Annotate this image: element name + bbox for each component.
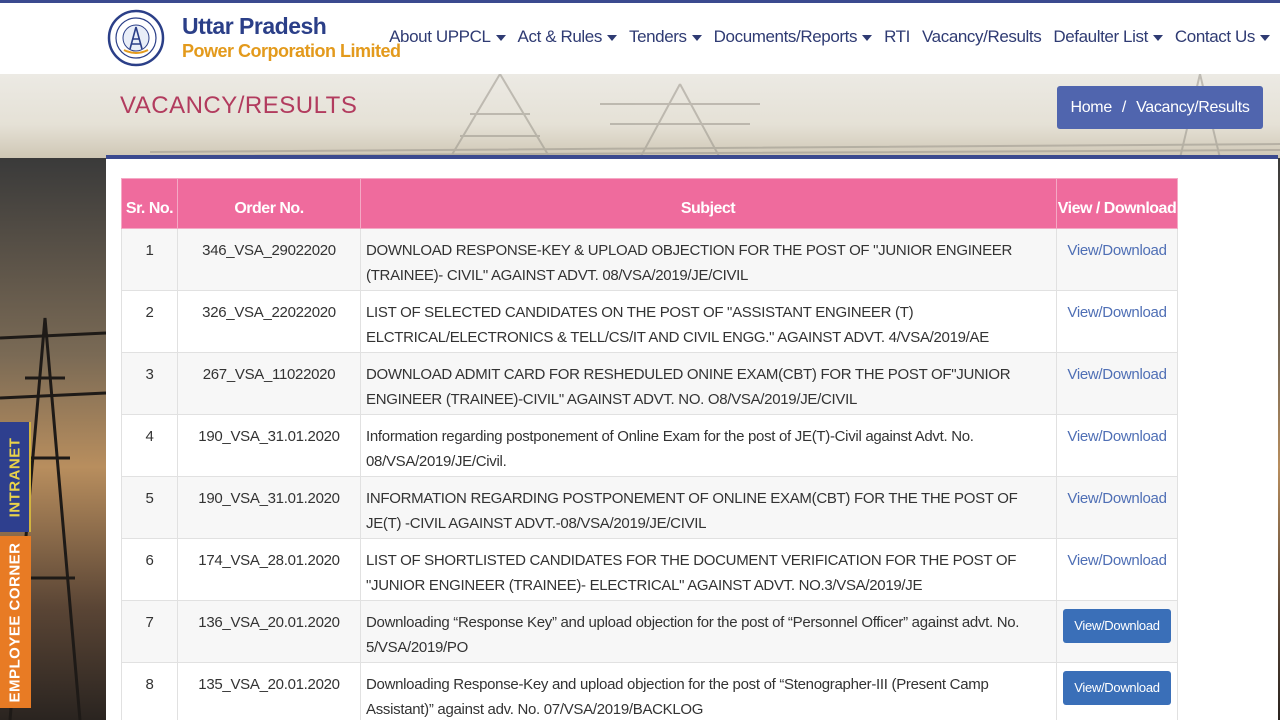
- view-download-link[interactable]: View/Download: [1067, 428, 1167, 445]
- uppcl-seal-logo[interactable]: [107, 7, 165, 69]
- cell-order: 136_VSA_20.01.2020: [177, 600, 361, 663]
- intranet-tab[interactable]: INTRANET: [0, 422, 31, 532]
- cell-view: View/Download: [1056, 662, 1178, 720]
- breadcrumb-current: Vacancy/Results: [1136, 98, 1250, 116]
- nav-rti[interactable]: RTI: [884, 27, 910, 47]
- view-download-button[interactable]: View/Download: [1063, 671, 1171, 705]
- table-row: 1 346_VSA_29022020 DOWNLOAD RESPONSE-KEY…: [121, 228, 1178, 291]
- cell-view: View/Download: [1056, 414, 1178, 477]
- cell-sr: 6: [121, 538, 178, 601]
- table-row: 5 190_VSA_31.01.2020 INFORMATION REGARDI…: [121, 476, 1178, 539]
- table-row: 4 190_VSA_31.01.2020 Information regardi…: [121, 414, 1178, 477]
- cell-sr: 8: [121, 662, 178, 720]
- cell-order: 190_VSA_31.01.2020: [177, 476, 361, 539]
- nav-label: RTI: [884, 27, 910, 46]
- cell-order: 190_VSA_31.01.2020: [177, 414, 361, 477]
- nav-defaulter-list[interactable]: Defaulter List: [1053, 27, 1163, 47]
- breadcrumb: Home / Vacancy/Results: [1057, 86, 1263, 129]
- table-header-row: Sr. No. Order No. Subject View / Downloa…: [121, 178, 1178, 229]
- nav-documents-reports[interactable]: Documents/Reports: [713, 27, 873, 47]
- cell-subject: LIST OF SHORTLISTED CANDIDATES FOR THE D…: [360, 538, 1057, 601]
- breadcrumb-separator: /: [1121, 98, 1127, 116]
- nav-label: Vacancy/Results: [921, 27, 1042, 46]
- cell-sr: 3: [121, 352, 178, 415]
- nav-label: Contact Us: [1174, 27, 1255, 46]
- page-banner: VACANCY/RESULTS Home / Vacancy/Results: [0, 74, 1280, 158]
- cell-subject: DOWNLOAD ADMIT CARD FOR RESHEDULED ONINE…: [360, 352, 1057, 415]
- cell-view: View/Download: [1056, 228, 1178, 291]
- employee-corner-label: EMPLOYEE CORNER: [7, 541, 24, 703]
- chevron-down-icon: [606, 35, 617, 41]
- nav-vacancy-results[interactable]: Vacancy/Results: [921, 27, 1042, 47]
- cell-sr: 4: [121, 414, 178, 477]
- cell-view: View/Download: [1056, 476, 1178, 539]
- cell-sr: 2: [121, 290, 178, 353]
- chevron-down-icon: [862, 35, 873, 41]
- chevron-down-icon: [495, 35, 506, 41]
- brand-line-2: Power Corporation Limited: [182, 41, 401, 61]
- nav-label: Documents/Reports: [713, 27, 858, 46]
- cell-subject: INFORMATION REGARDING POSTPONEMENT OF ON…: [360, 476, 1057, 539]
- site-header: Uttar Pradesh Power Corporation Limited …: [0, 0, 1280, 74]
- table-row: 6 174_VSA_28.01.2020 LIST OF SHORTLISTED…: [121, 538, 1178, 601]
- table-row: 3 267_VSA_11022020 DOWNLOAD ADMIT CARD F…: [121, 352, 1178, 415]
- col-header-order: Order No.: [177, 178, 361, 229]
- cell-view: View/Download: [1056, 290, 1178, 353]
- brand-name[interactable]: Uttar Pradesh Power Corporation Limited: [182, 13, 401, 63]
- nav-label: Act & Rules: [517, 27, 603, 46]
- breadcrumb-home[interactable]: Home: [1070, 99, 1112, 117]
- col-header-sr: Sr. No.: [121, 178, 178, 229]
- main-nav: About UPPCL Act & Rules Tenders Document…: [389, 27, 1270, 47]
- view-download-link[interactable]: View/Download: [1067, 304, 1167, 321]
- chevron-down-icon: [691, 35, 702, 41]
- col-header-subject: Subject: [360, 178, 1057, 229]
- cell-order: 346_VSA_29022020: [177, 228, 361, 291]
- nav-act-rules[interactable]: Act & Rules: [518, 27, 617, 47]
- page-title: VACANCY/RESULTS: [120, 92, 358, 119]
- view-download-link[interactable]: View/Download: [1067, 490, 1167, 507]
- nav-about-uppcl[interactable]: About UPPCL: [389, 27, 506, 47]
- intranet-label: INTRANET: [6, 437, 24, 517]
- nav-label: About UPPCL: [389, 27, 491, 46]
- nav-contact-us[interactable]: Contact Us: [1175, 27, 1270, 47]
- cell-sr: 7: [121, 600, 178, 663]
- table-body: 1 346_VSA_29022020 DOWNLOAD RESPONSE-KEY…: [121, 228, 1178, 720]
- cell-order: 174_VSA_28.01.2020: [177, 538, 361, 601]
- cell-sr: 5: [121, 476, 178, 539]
- cell-view: View/Download: [1056, 538, 1178, 601]
- cell-order: 135_VSA_20.01.2020: [177, 662, 361, 720]
- vacancy-results-table: Sr. No. Order No. Subject View / Downloa…: [121, 178, 1178, 720]
- cell-view: View/Download: [1056, 600, 1178, 663]
- nav-label: Defaulter List: [1053, 27, 1148, 46]
- cell-subject: Downloading “Response Key” and upload ob…: [360, 600, 1057, 663]
- cell-sr: 1: [121, 228, 178, 291]
- cell-subject: Information regarding postponement of On…: [360, 414, 1057, 477]
- brand-line-1: Uttar Pradesh: [182, 13, 327, 39]
- cell-view: View/Download: [1056, 352, 1178, 415]
- cell-subject: LIST OF SELECTED CANDIDATES ON THE POST …: [360, 290, 1057, 353]
- table-row: 7 136_VSA_20.01.2020 Downloading “Respon…: [121, 600, 1178, 663]
- view-download-link[interactable]: View/Download: [1067, 242, 1167, 259]
- cell-order: 267_VSA_11022020: [177, 352, 361, 415]
- employee-corner-tab[interactable]: EMPLOYEE CORNER: [0, 536, 31, 708]
- table-row: 2 326_VSA_22022020 LIST OF SELECTED CAND…: [121, 290, 1178, 353]
- view-download-link[interactable]: View/Download: [1067, 366, 1167, 383]
- chevron-down-icon: [1260, 35, 1270, 41]
- nav-tenders[interactable]: Tenders: [629, 27, 702, 47]
- table-row: 8 135_VSA_20.01.2020 Downloading Respons…: [121, 662, 1178, 720]
- col-header-view: View / Download: [1056, 178, 1178, 229]
- view-download-button[interactable]: View/Download: [1063, 609, 1171, 643]
- cell-subject: DOWNLOAD RESPONSE-KEY & UPLOAD OBJECTION…: [360, 228, 1057, 291]
- cell-subject: Downloading Response-Key and upload obje…: [360, 662, 1057, 720]
- nav-label: Tenders: [628, 27, 687, 46]
- chevron-down-icon: [1152, 35, 1163, 41]
- view-download-link[interactable]: View/Download: [1067, 552, 1167, 569]
- cell-order: 326_VSA_22022020: [177, 290, 361, 353]
